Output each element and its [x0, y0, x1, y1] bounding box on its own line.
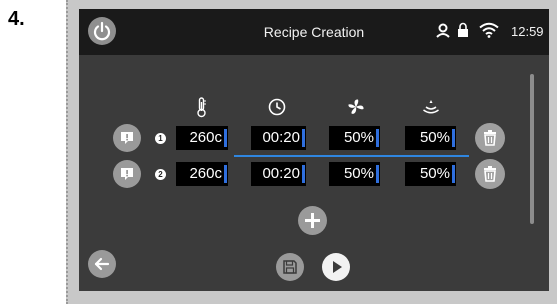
alert-icon: [121, 168, 133, 180]
humidity-value: 50%: [419, 129, 450, 146]
humidity-value: 50%: [419, 165, 450, 182]
humidity-icon: [423, 100, 439, 114]
step-number: 4.: [8, 8, 25, 30]
text-cursor: [224, 165, 227, 183]
selected-step-indicator: [234, 155, 469, 157]
save-button[interactable]: [276, 253, 304, 281]
lock-icon: [458, 22, 468, 37]
text-cursor: [302, 165, 305, 183]
step-number-badge: 2: [155, 169, 166, 180]
device-screen: Recipe Creation 12:59 1 260c 00:20 50% 5…: [79, 9, 549, 291]
fan-value: 50%: [343, 129, 374, 146]
text-cursor: [452, 165, 455, 183]
thermometer-icon: [197, 97, 206, 118]
temperature-field[interactable]: 260c: [176, 126, 228, 150]
wifi-icon: [479, 22, 499, 38]
user-icon: [436, 23, 450, 38]
back-button[interactable]: [88, 250, 116, 278]
delete-icon: [484, 166, 496, 182]
temperature-field[interactable]: 260c: [176, 162, 228, 186]
add-icon: [305, 213, 320, 228]
time-value: 00:20: [262, 165, 300, 182]
delete-icon: [484, 130, 496, 146]
delete-step-button[interactable]: [475, 123, 505, 153]
alert-button[interactable]: [113, 124, 141, 152]
text-cursor: [376, 129, 379, 147]
save-icon: [283, 260, 297, 274]
back-arrow-icon: [94, 257, 110, 271]
alert-button[interactable]: [113, 160, 141, 188]
power-icon: [93, 21, 111, 41]
time-field[interactable]: 00:20: [251, 162, 306, 186]
temperature-value: 260c: [189, 165, 222, 182]
add-step-button[interactable]: [298, 206, 327, 235]
alert-icon: [121, 132, 133, 144]
power-button[interactable]: [88, 17, 116, 45]
fan-field[interactable]: 50%: [329, 126, 380, 150]
play-icon: [333, 261, 342, 273]
step-number-badge: 1: [155, 133, 166, 144]
temperature-value: 260c: [189, 129, 222, 146]
scrollbar[interactable]: [530, 74, 534, 224]
fan-field[interactable]: 50%: [329, 162, 380, 186]
timer-icon: [268, 98, 286, 116]
humidity-field[interactable]: 50%: [405, 126, 456, 150]
text-cursor: [224, 129, 227, 147]
clock: 12:59: [511, 24, 544, 39]
humidity-field[interactable]: 50%: [405, 162, 456, 186]
time-value: 00:20: [262, 129, 300, 146]
time-field[interactable]: 00:20: [251, 126, 306, 150]
text-cursor: [302, 129, 305, 147]
fan-value: 50%: [343, 165, 374, 182]
fan-icon: [348, 99, 364, 114]
text-cursor: [452, 129, 455, 147]
text-cursor: [376, 165, 379, 183]
play-button[interactable]: [322, 253, 350, 281]
delete-step-button[interactable]: [475, 159, 505, 189]
